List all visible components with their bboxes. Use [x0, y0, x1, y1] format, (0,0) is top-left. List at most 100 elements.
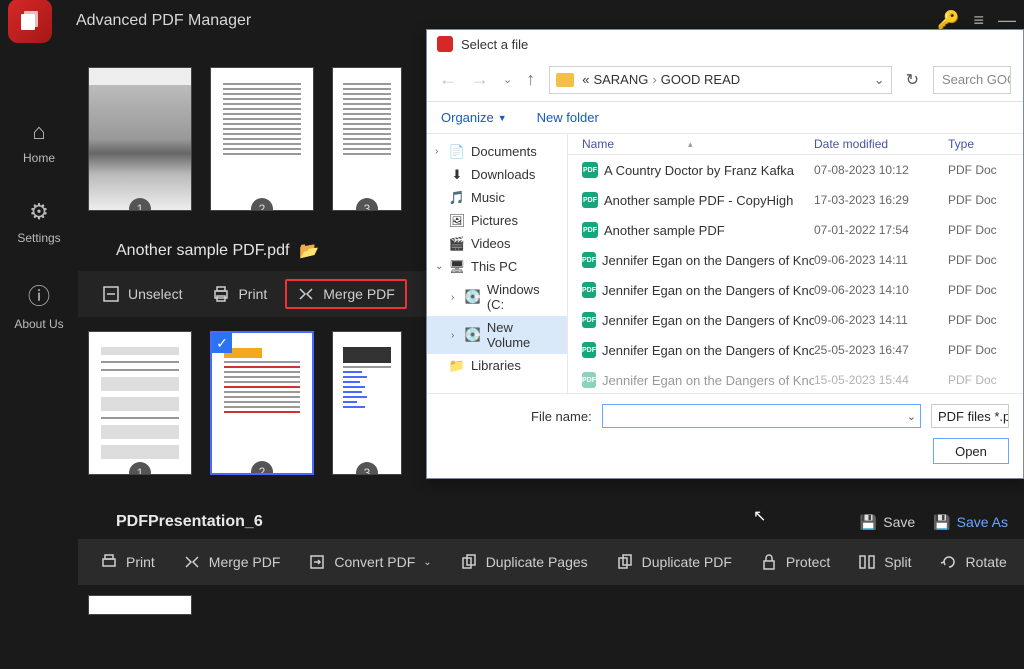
merge-pdf-button[interactable]: Merge PDF	[173, 547, 291, 577]
column-header-date[interactable]: Date modified	[814, 137, 948, 151]
save-button[interactable]: 💾Save	[860, 514, 915, 531]
address-bar[interactable]: « SARANG › GOOD READ ⌄	[549, 66, 891, 94]
file-row[interactable]: PDFJennifer Egan on the Dangers of Knowi…	[568, 275, 1023, 305]
page-thumbnail[interactable]: 1	[88, 331, 192, 475]
sidebar-item-home[interactable]: ⌂ Home	[23, 119, 55, 165]
sidebar: ⌂ Home ⚙ Settings ⓘ About Us	[0, 41, 78, 669]
page-thumbnail[interactable]: 3	[332, 331, 402, 475]
column-header-type[interactable]: Type	[948, 137, 1023, 151]
file-row[interactable]: PDFAnother sample PDF - CopyHigh17-03-20…	[568, 185, 1023, 215]
tree-node[interactable]: 🎬Videos	[427, 232, 567, 255]
page-thumbnail[interactable]: ✓2	[210, 331, 314, 475]
file-name-input[interactable]: ⌄	[602, 404, 921, 428]
tree-chevron-icon: ›	[451, 292, 459, 303]
refresh-button[interactable]: ↻	[906, 70, 919, 90]
file-date: 09-06-2023 14:11	[814, 253, 948, 267]
file-type: PDF Doc	[948, 313, 1023, 327]
button-label: Print	[238, 286, 267, 302]
convert-pdf-button[interactable]: Convert PDF⌄	[298, 547, 441, 577]
rotate-button[interactable]: Rotate	[930, 547, 1017, 577]
file-row[interactable]: PDFAnother sample PDF07-01-2022 17:54PDF…	[568, 215, 1023, 245]
dialog-command-bar: Organize ▼ New folder	[427, 102, 1023, 134]
app-logo	[8, 0, 52, 43]
tree-folder-icon: 📄	[449, 145, 465, 159]
tree-node[interactable]: ⌄🖥This PC	[427, 255, 567, 278]
thumbnail-image	[89, 68, 191, 210]
tree-node[interactable]: ⬇Downloads	[427, 163, 567, 186]
chevron-down-icon[interactable]: ⌄	[907, 410, 916, 423]
tree-node[interactable]: 🎵Music	[427, 186, 567, 209]
file-row[interactable]: PDFJennifer Egan on the Dangers of Knowi…	[568, 245, 1023, 275]
save-as-button[interactable]: 💾Save As	[933, 514, 1008, 531]
section3-title: PDFPresentation_6	[116, 513, 263, 531]
file-name: Jennifer Egan on the Dangers of Knowing.…	[602, 313, 814, 328]
thumbnail-form	[96, 342, 184, 464]
duplicate-pdf-button[interactable]: Duplicate PDF	[606, 547, 742, 577]
button-label: Merge PDF	[209, 554, 281, 570]
folder-icon	[556, 73, 574, 87]
crumb-segment[interactable]: GOOD READ	[661, 72, 740, 87]
info-icon: ⓘ	[28, 279, 50, 311]
new-folder-button[interactable]: New folder	[537, 110, 599, 125]
thumbnail-text	[218, 78, 306, 200]
search-input[interactable]: Search GOOD R	[933, 66, 1011, 94]
button-label: Open	[955, 444, 987, 459]
back-button[interactable]: ←	[439, 69, 457, 90]
page-thumbnail[interactable]	[88, 595, 192, 615]
menu-icon[interactable]: ≡	[973, 10, 984, 31]
tree-node[interactable]: ›💽Windows (C:	[427, 278, 567, 316]
tree-node[interactable]: 📁Libraries	[427, 354, 567, 377]
open-button[interactable]: Open	[933, 438, 1009, 464]
file-row[interactable]: PDFJennifer Egan on the Dangers of Knowi…	[568, 365, 1023, 393]
sidebar-item-settings[interactable]: ⚙ Settings	[17, 199, 60, 245]
tree-chevron-icon: ⌄	[435, 261, 443, 272]
tree-node-label: New Volume	[487, 320, 559, 350]
file-date: 09-06-2023 14:11	[814, 313, 948, 327]
section3-thumb-row	[78, 585, 1024, 615]
tree-folder-icon: 🎬	[449, 237, 465, 251]
chevron-down-icon: ▼	[498, 113, 507, 123]
sidebar-item-about[interactable]: ⓘ About Us	[14, 279, 63, 331]
duplicate-pages-button[interactable]: Duplicate Pages	[450, 547, 598, 577]
file-row[interactable]: PDF Jennifer Egan on the Dangers of Knowi…	[568, 305, 1023, 335]
split-icon	[858, 553, 876, 571]
chevron-down-icon[interactable]: ⌄	[874, 72, 885, 88]
search-placeholder: Search GOOD R	[942, 72, 1011, 87]
protect-button[interactable]: Protect	[750, 547, 840, 577]
tree-node[interactable]: ›💽New Volume	[427, 316, 567, 354]
file-row[interactable]: PDFJennifer Egan on the Dangers of Knowi…	[568, 335, 1023, 365]
tree-node-label: Pictures	[471, 213, 518, 228]
section3-header: PDFPresentation_6 💾Save 💾Save As	[78, 505, 1024, 539]
column-header-name[interactable]: Name▴	[568, 137, 814, 151]
merge-icon	[183, 553, 201, 571]
tree-folder-icon: 🖼	[449, 214, 465, 228]
dialog-title-text: Select a file	[461, 37, 528, 52]
tree-node[interactable]: ›📄Documents	[427, 140, 567, 163]
split-button[interactable]: Split	[848, 547, 921, 577]
file-open-dialog: Select a file ← → ⌄ ↑ « SARANG › GOOD RE…	[426, 29, 1024, 479]
tree-node-label: Documents	[471, 144, 537, 159]
thumbnail-content	[219, 343, 305, 463]
search-icon[interactable]: 🔑	[937, 10, 959, 31]
page-thumbnail[interactable]: 3	[332, 67, 402, 211]
minimize-icon[interactable]: —	[998, 10, 1016, 31]
forward-button[interactable]: →	[471, 69, 489, 90]
button-label: Protect	[786, 554, 830, 570]
tree-chevron-icon: ›	[451, 330, 459, 341]
selected-check-icon: ✓	[212, 333, 232, 353]
organize-dropdown[interactable]: Organize ▼	[441, 110, 507, 125]
tree-node[interactable]: 🖼 Pictures	[427, 209, 567, 232]
up-button[interactable]: ↑	[526, 69, 535, 90]
merge-pdf-button[interactable]: Merge PDF	[285, 279, 407, 309]
unselect-button[interactable]: Unselect	[90, 279, 194, 309]
page-thumbnail[interactable]: 1	[88, 67, 192, 211]
crumb-segment[interactable]: SARANG	[593, 72, 648, 87]
pdf-file-icon: PDF	[582, 312, 596, 328]
file-type-filter[interactable]: PDF files *.pdf	[931, 404, 1009, 428]
page-thumbnail[interactable]: 2	[210, 67, 314, 211]
print-button[interactable]: Print	[90, 547, 165, 577]
folder-open-icon[interactable]: 📂	[299, 241, 319, 261]
recent-dropdown[interactable]: ⌄	[503, 73, 512, 86]
print-button[interactable]: Print	[200, 279, 279, 309]
file-row[interactable]: PDFA Country Doctor by Franz Kafka07-08-…	[568, 155, 1023, 185]
